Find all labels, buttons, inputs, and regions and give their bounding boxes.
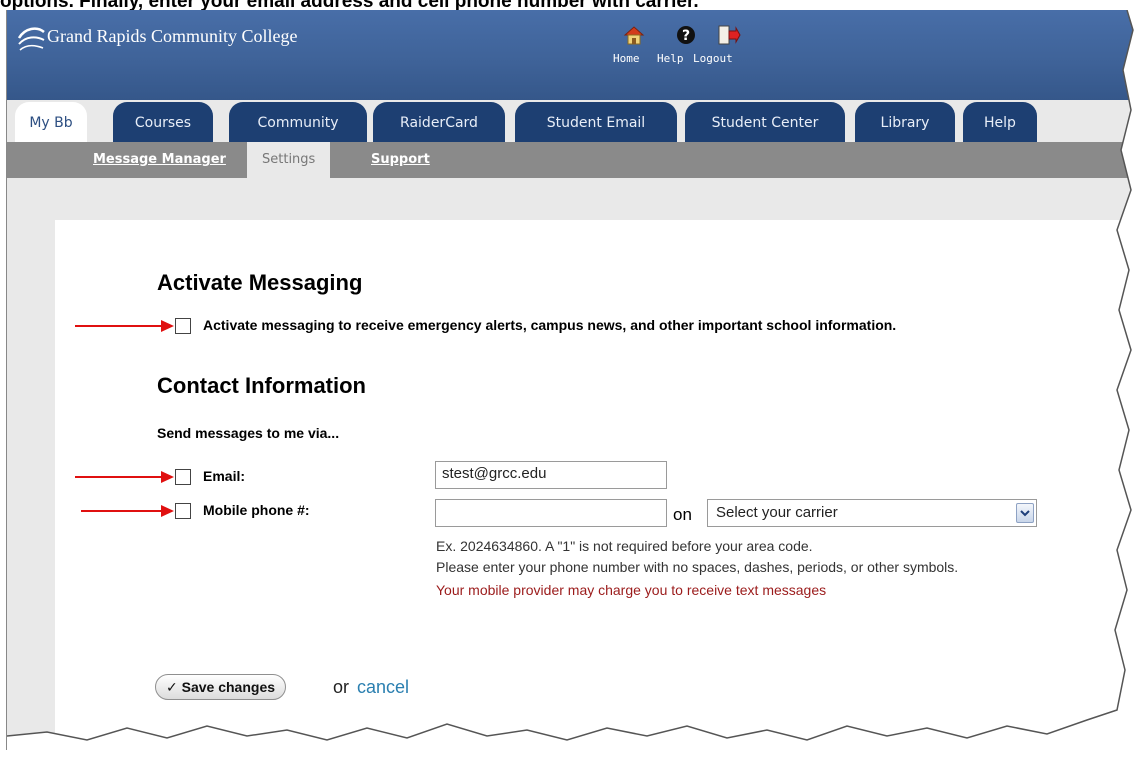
screenshot-frame: Grand Rapids Community College ? Home He…	[6, 10, 1138, 750]
torn-edge-decoration	[7, 10, 1138, 750]
